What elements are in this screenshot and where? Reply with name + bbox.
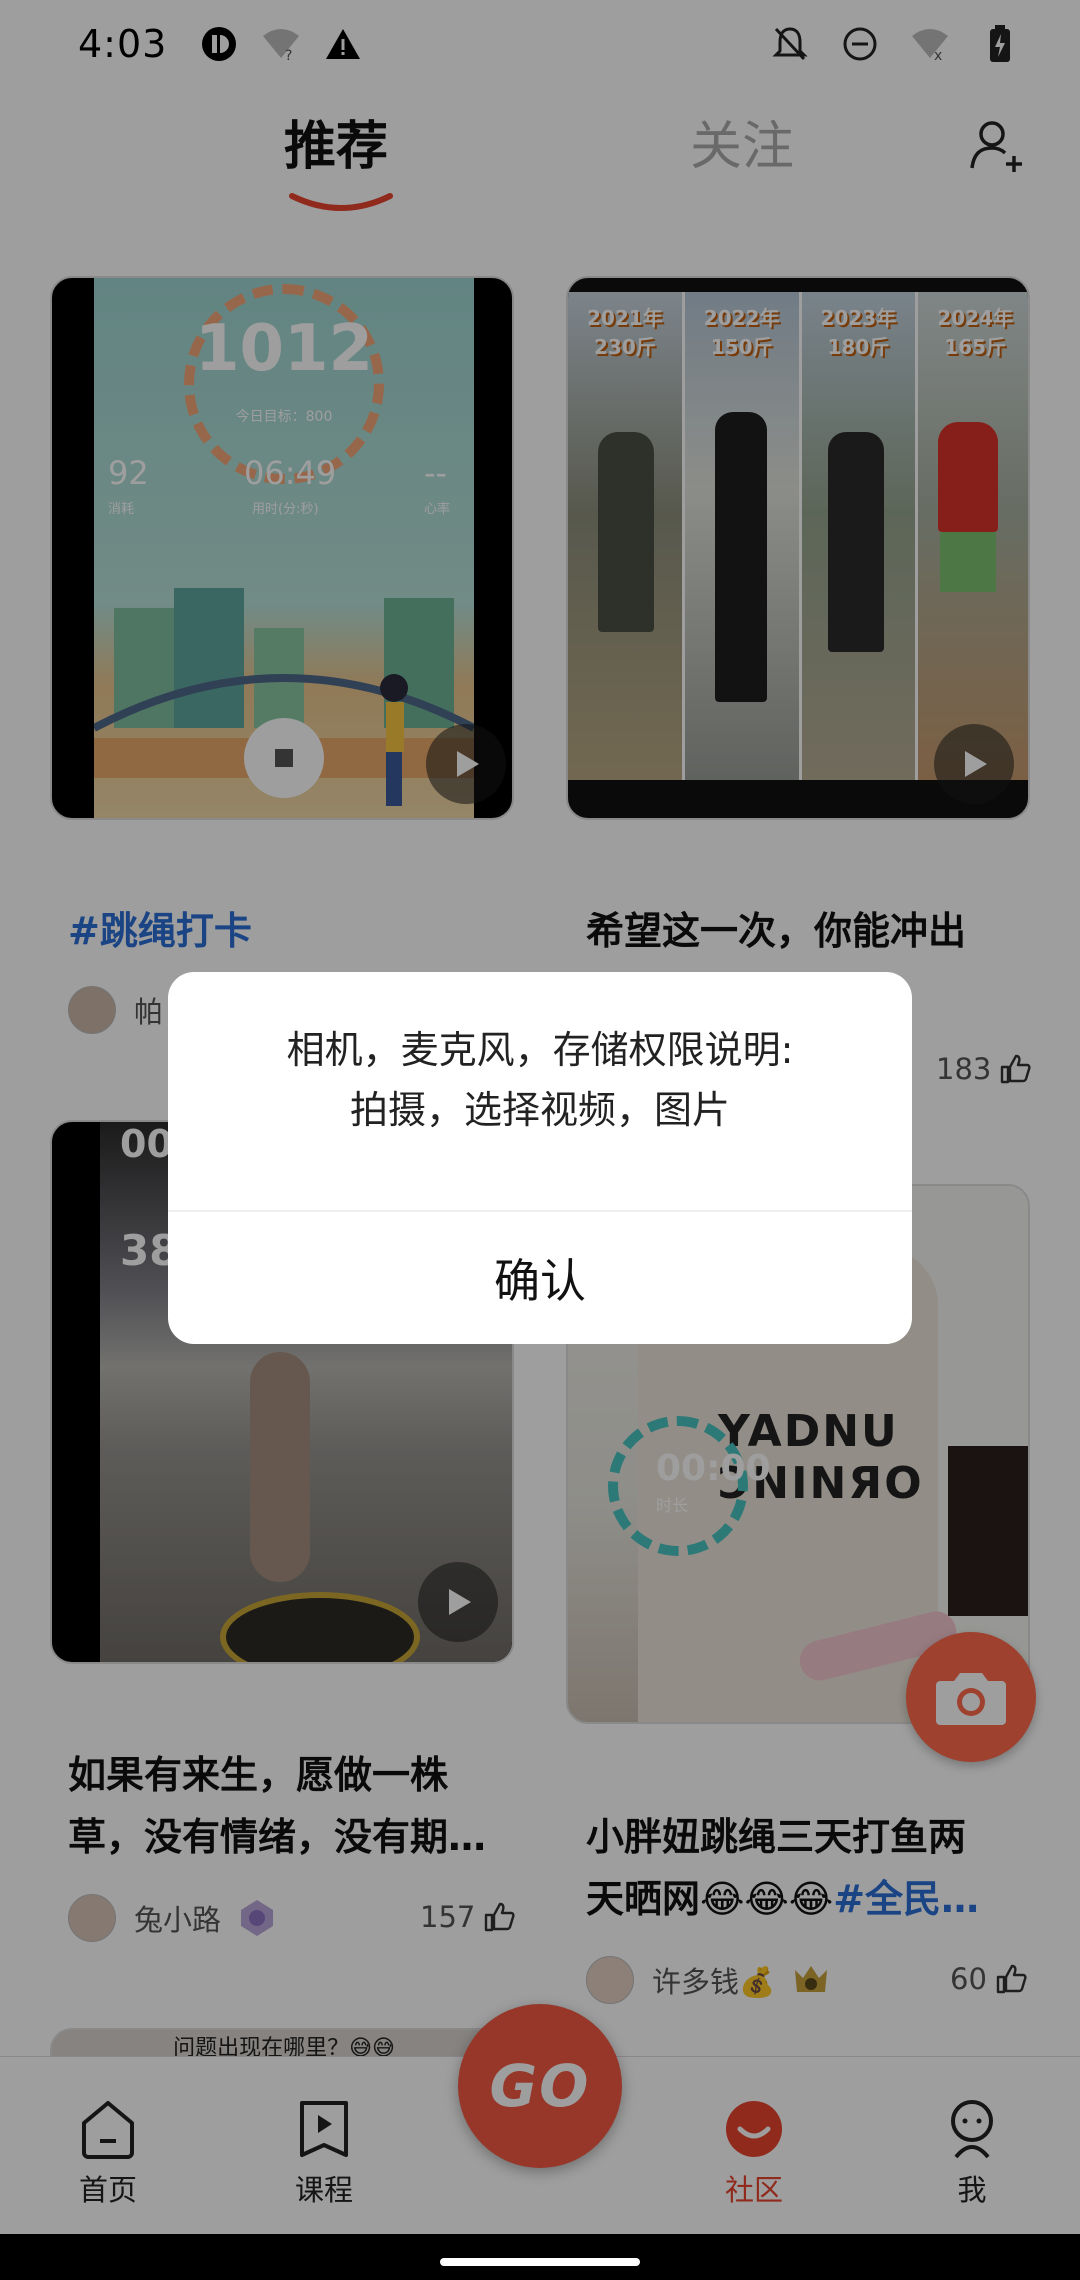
dialog-message-line: 相机，麦克风，存储权限说明:	[286, 1028, 794, 1072]
system-nav-bar	[0, 2234, 1080, 2280]
dialog-message-line: 拍摄，选择视频，图片	[349, 1088, 730, 1132]
dialog-message: 相机，麦克风，存储权限说明: 拍摄，选择视频，图片	[168, 1020, 912, 1140]
home-indicator[interactable]	[440, 2258, 640, 2266]
confirm-button[interactable]: 确认	[168, 1212, 912, 1344]
permission-dialog: 相机，麦克风，存储权限说明: 拍摄，选择视频，图片 确认	[168, 972, 912, 1344]
